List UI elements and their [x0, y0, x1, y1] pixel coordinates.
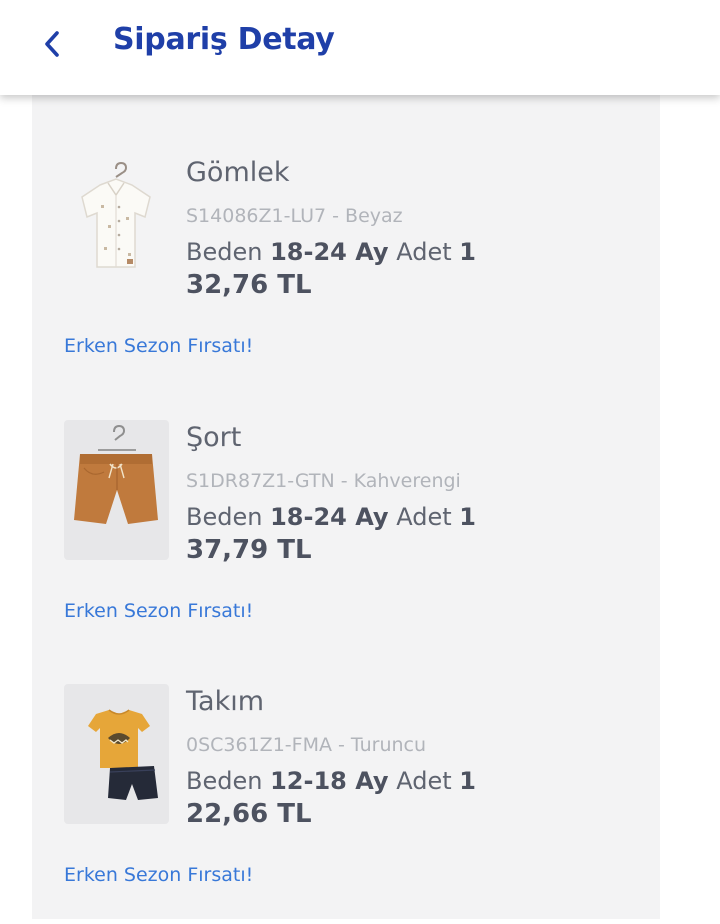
- chevron-left-icon: [45, 31, 59, 57]
- product-price: 22,66 TL: [186, 799, 312, 829]
- size-value: 12-18 Ay: [270, 767, 389, 795]
- promo-link[interactable]: Erken Sezon Fırsatı!: [64, 335, 253, 357]
- size-label: Beden: [186, 238, 263, 266]
- product-price: 37,79 TL: [186, 535, 312, 565]
- size-label: Beden: [186, 767, 263, 795]
- product-price: 32,76 TL: [186, 270, 312, 300]
- product-size-quantity: Beden 18-24 Ay Adet 1: [186, 238, 476, 266]
- quantity-label: Adet: [396, 767, 452, 795]
- white-shirt-image: [81, 161, 151, 268]
- back-button[interactable]: [30, 22, 74, 66]
- product-name: Şort: [186, 422, 242, 453]
- size-label: Beden: [186, 503, 263, 531]
- quantity-value: 1: [459, 503, 476, 531]
- tshirt-shorts-set-image: [88, 709, 158, 800]
- order-items-panel: Gömlek S14086Z1-LU7 - Beyaz Beden 18-24 …: [32, 95, 660, 919]
- size-value: 18-24 Ay: [270, 238, 389, 266]
- promo-link[interactable]: Erken Sezon Fırsatı!: [64, 864, 253, 886]
- product-image-set[interactable]: [64, 684, 169, 824]
- product-name: Gömlek: [186, 157, 290, 188]
- brown-shorts-image: [74, 424, 158, 524]
- quantity-label: Adet: [396, 238, 452, 266]
- quantity-value: 1: [459, 238, 476, 266]
- product-name: Takım: [186, 686, 265, 717]
- product-image-shirt[interactable]: [64, 155, 169, 295]
- promo-link[interactable]: Erken Sezon Fırsatı!: [64, 600, 253, 622]
- product-code: S1DR87Z1-GTN - Kahverengi: [186, 470, 461, 492]
- product-size-quantity: Beden 18-24 Ay Adet 1: [186, 503, 476, 531]
- quantity-value: 1: [459, 767, 476, 795]
- size-value: 18-24 Ay: [270, 503, 389, 531]
- product-code: S14086Z1-LU7 - Beyaz: [186, 205, 403, 227]
- order-item[interactable]: Gömlek S14086Z1-LU7 - Beyaz Beden 18-24 …: [32, 155, 660, 395]
- order-item[interactable]: Takım 0SC361Z1-FMA - Turuncu Beden 12-18…: [32, 684, 660, 924]
- app-header: Sipariş Detay: [0, 0, 720, 95]
- page-title: Sipariş Detay: [113, 22, 335, 57]
- quantity-label: Adet: [396, 503, 452, 531]
- product-code: 0SC361Z1-FMA - Turuncu: [186, 734, 427, 756]
- product-image-shorts[interactable]: [64, 420, 169, 560]
- product-size-quantity: Beden 12-18 Ay Adet 1: [186, 767, 476, 795]
- order-item[interactable]: Şort S1DR87Z1-GTN - Kahverengi Beden 18-…: [32, 420, 660, 660]
